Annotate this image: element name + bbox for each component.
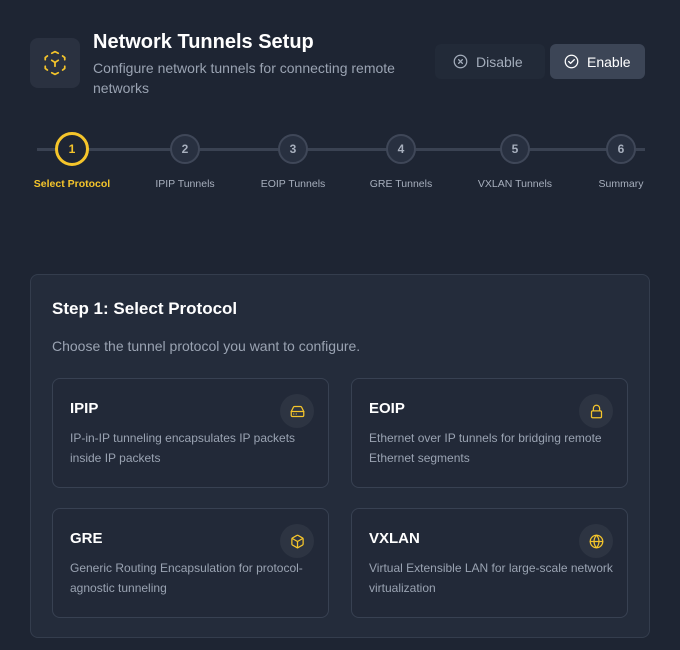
stepper: 1 Select Protocol 2 IPIP Tunnels 3 EOIP …: [0, 130, 680, 200]
card-icon-badge: [579, 394, 613, 428]
enable-button[interactable]: Enable: [550, 44, 645, 79]
step-gre-tunnels[interactable]: 4 GRE Tunnels: [341, 130, 461, 190]
card-description: Generic Routing Encapsulation for protoc…: [70, 561, 303, 595]
disable-button-label: Disable: [476, 53, 523, 70]
protocol-card-ipip[interactable]: IPIP IP-in-IP tunneling encapsulates IP …: [52, 378, 329, 488]
step-eoip-tunnels[interactable]: 3 EOIP Tunnels: [233, 130, 353, 190]
card-icon-badge: [280, 524, 314, 558]
logo: [30, 38, 80, 88]
page-subtitle: Configure network tunnels for connecting…: [93, 60, 395, 96]
step-label: Select Protocol: [33, 178, 111, 190]
card-icon-badge: [579, 524, 613, 558]
network-nodes-icon: [44, 50, 66, 76]
enable-button-label: Enable: [587, 53, 631, 70]
step-number: 5: [500, 134, 530, 164]
step-summary[interactable]: 6 Summary: [561, 130, 680, 190]
cube-icon: [290, 534, 304, 548]
card-description: Ethernet over IP tunnels for bridging re…: [369, 431, 602, 465]
step-vxlan-tunnels[interactable]: 5 VXLAN Tunnels: [455, 130, 575, 190]
step-label: IPIP Tunnels: [155, 178, 215, 190]
header: Network Tunnels Setup Configure network …: [30, 30, 645, 100]
panel-description: Choose the tunnel protocol you want to c…: [52, 338, 361, 354]
hard-drive-icon: [290, 405, 304, 417]
step-number: 6: [606, 134, 636, 164]
lock-icon: [590, 404, 602, 418]
step-label: GRE Tunnels: [369, 178, 433, 190]
step-label: Summary: [598, 178, 644, 190]
card-title: EOIP: [369, 400, 405, 417]
card-icon-badge: [280, 394, 314, 428]
step-number: 3: [278, 134, 308, 164]
protocol-card-gre[interactable]: GRE Generic Routing Encapsulation for pr…: [52, 508, 329, 618]
check-circle-icon: [564, 54, 579, 69]
card-title: VXLAN: [369, 530, 420, 547]
step-number: 1: [55, 132, 89, 166]
step-number: 4: [386, 134, 416, 164]
step-select-protocol[interactable]: 1 Select Protocol: [12, 130, 132, 190]
card-title: GRE: [70, 530, 103, 547]
card-title: IPIP: [70, 400, 99, 417]
step-ipip-tunnels[interactable]: 2 IPIP Tunnels: [125, 130, 245, 190]
x-circle-icon: [453, 54, 468, 69]
panel-title: Step 1: Select Protocol: [52, 299, 238, 318]
page-title: Network Tunnels Setup: [93, 31, 314, 53]
protocol-card-eoip[interactable]: EOIP Ethernet over IP tunnels for bridgi…: [351, 378, 628, 488]
globe-icon: [589, 534, 603, 548]
card-description: IP-in-IP tunneling encapsulates IP packe…: [70, 431, 296, 465]
step-number: 2: [170, 134, 200, 164]
card-description: Virtual Extensible LAN for large-scale n…: [369, 561, 613, 595]
protocol-card-vxlan[interactable]: VXLAN Virtual Extensible LAN for large-s…: [351, 508, 628, 618]
step-label: EOIP Tunnels: [260, 178, 326, 190]
disable-button[interactable]: Disable: [435, 44, 545, 79]
protocol-panel: Step 1: Select Protocol Choose the tunne…: [30, 274, 650, 638]
step-label: VXLAN Tunnels: [477, 178, 553, 190]
